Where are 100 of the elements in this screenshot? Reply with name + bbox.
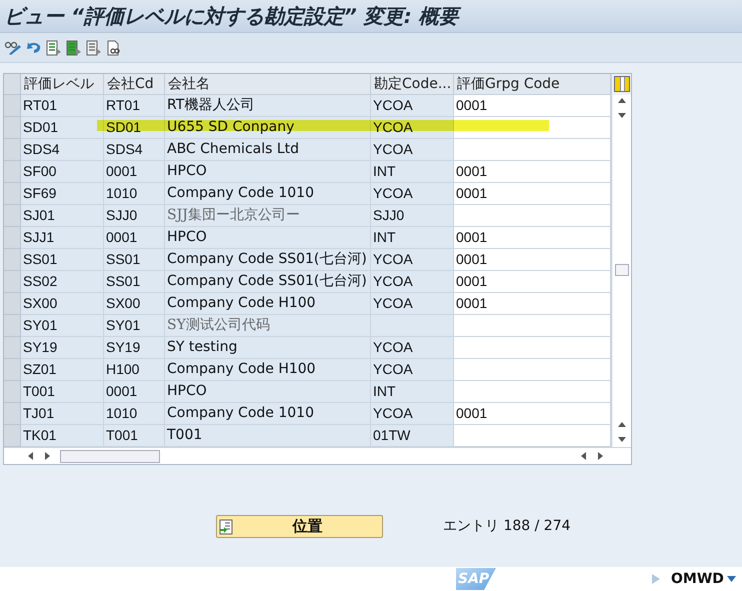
row-selector[interactable] [4, 315, 21, 337]
undo-icon[interactable] [26, 40, 42, 54]
row-selector[interactable] [4, 95, 21, 117]
scroll-down-icon[interactable] [618, 113, 626, 118]
scroll-right-icon[interactable] [598, 452, 603, 460]
table-cell: SJJ0 [371, 205, 454, 227]
table-cell: 01TW [371, 425, 454, 447]
table-cell: SDS4 [104, 139, 165, 161]
scroll-left-icon[interactable] [581, 452, 586, 460]
table-cell: SDS4 [21, 139, 104, 161]
row-selector[interactable] [4, 425, 21, 447]
row-selector[interactable] [4, 359, 21, 381]
table-cell: HPCO [165, 227, 371, 249]
table-cell: Company Code SS01(七台河) [165, 271, 371, 293]
table-cell: SY01 [104, 315, 165, 337]
table-cell: YCOA [371, 293, 454, 315]
row-selector[interactable] [4, 227, 21, 249]
table-cell: YCOA [371, 95, 454, 117]
row-selector[interactable] [4, 205, 21, 227]
scroll-thumb[interactable] [60, 450, 160, 462]
table-cell: Company Code H100 [165, 293, 371, 315]
table-cell: 1010 [104, 183, 165, 205]
table-cell: 1010 [104, 403, 165, 425]
table-cell: SY19 [104, 337, 165, 359]
corner-cell [4, 74, 21, 95]
table-cell: HPCO [165, 381, 371, 403]
row-selector[interactable] [4, 117, 21, 139]
table-cell: HPCO [165, 161, 371, 183]
row-selector[interactable] [4, 161, 21, 183]
table-cell: RT01 [104, 95, 165, 117]
document-arrow-icon[interactable] [46, 40, 62, 56]
table-cell: SJJ1 [21, 227, 104, 249]
table-cell: 0001 [454, 95, 611, 117]
display-change-icon[interactable] [4, 40, 22, 56]
table-cell: INT [371, 381, 454, 403]
table-cell: SX00 [104, 293, 165, 315]
table-cell: YCOA [371, 183, 454, 205]
table-cell: 0001 [104, 161, 165, 183]
table-cell: 0001 [104, 381, 165, 403]
table-cell: 0001 [454, 271, 611, 293]
row-selector[interactable] [4, 249, 21, 271]
table-cell: TK01 [21, 425, 104, 447]
table-cell: INT [371, 161, 454, 183]
table-cell: YCOA [371, 249, 454, 271]
table-cell: YCOA [371, 337, 454, 359]
table-cell: T001 [165, 425, 371, 447]
table-cell: 0001 [454, 403, 611, 425]
document-arrow-icon[interactable] [86, 40, 102, 56]
table-cell: SJJ集団ー北京公司ー [165, 205, 371, 227]
table-cell: SY测试公司代码 [165, 315, 371, 337]
row-selector[interactable] [4, 337, 21, 359]
table-cell: SY testing [165, 337, 371, 359]
table-cell: Company Code H100 [165, 359, 371, 381]
scroll-up-icon[interactable] [618, 422, 626, 427]
table-cell: RT01 [21, 95, 104, 117]
document-arrow-icon[interactable] [66, 40, 82, 56]
table-cell: SY01 [21, 315, 104, 337]
table-cell: SY19 [21, 337, 104, 359]
table-cell: SF00 [21, 161, 104, 183]
table-cell: 0001 [454, 161, 611, 183]
table-cell: YCOA [371, 139, 454, 161]
column-header[interactable]: 勘定Code... [371, 74, 454, 95]
table-cell: SS01 [104, 271, 165, 293]
table-cell: RT機器人公司 [165, 95, 371, 117]
table-cell: SS01 [104, 249, 165, 271]
caret-icon[interactable] [726, 576, 736, 582]
position-icon [219, 518, 235, 534]
table-cell: YCOA [371, 359, 454, 381]
play-icon[interactable] [651, 573, 661, 585]
table-cell: SD01 [21, 117, 104, 139]
row-selector[interactable] [4, 381, 21, 403]
row-selector[interactable] [4, 183, 21, 205]
table-cell: H100 [104, 359, 165, 381]
column-header[interactable]: 会社Cd [104, 74, 165, 95]
table-cell: Company Code 1010 [165, 183, 371, 205]
position-button[interactable]: 位置 [216, 515, 383, 538]
row-selector[interactable] [4, 403, 21, 425]
column-header[interactable]: 会社名 [165, 74, 371, 95]
column-header[interactable]: 評価Grpg Code [454, 74, 611, 95]
table-cell: T001 [104, 425, 165, 447]
table-cell: YCOA [371, 271, 454, 293]
column-header[interactable]: 評価レベル [21, 74, 104, 95]
table-cell: 0001 [454, 183, 611, 205]
row-selector[interactable] [4, 293, 21, 315]
table-cell: 0001 [454, 227, 611, 249]
table-cell: TJ01 [21, 403, 104, 425]
table-cell: Company Code 1010 [165, 403, 371, 425]
row-selector[interactable] [4, 271, 21, 293]
column-settings-icon[interactable] [614, 76, 630, 92]
scroll-thumb[interactable] [614, 264, 628, 276]
scroll-down-icon[interactable] [618, 437, 626, 442]
row-selector[interactable] [4, 139, 21, 161]
entry-count: エントリ 188 / 274 [443, 517, 571, 536]
table-cell: SZ01 [21, 359, 104, 381]
scroll-left-icon[interactable] [28, 452, 33, 460]
scroll-up-icon[interactable] [618, 98, 626, 103]
document-search-icon[interactable] [106, 40, 122, 56]
scroll-right-icon[interactable] [45, 452, 50, 460]
transaction-code[interactable]: OMWD [671, 568, 724, 590]
table-cell: SX00 [21, 293, 104, 315]
